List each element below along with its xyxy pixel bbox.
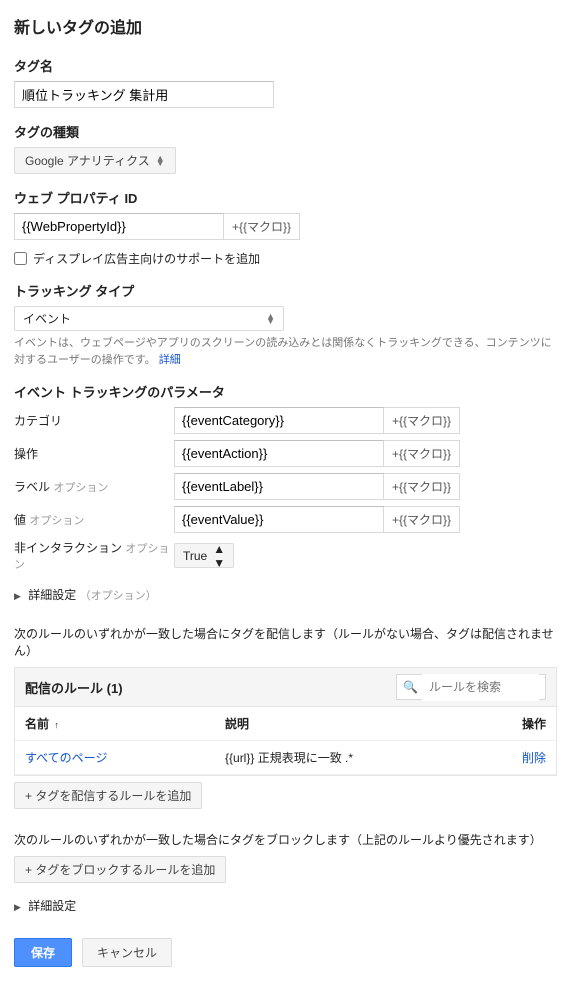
triangle-right-icon: ▶ [14, 902, 21, 913]
page-title: 新しいタグの追加 [14, 14, 557, 38]
tag-name-input[interactable] [14, 81, 274, 108]
add-block-rule-button[interactable]: + タグをブロックするルールを追加 [14, 856, 226, 883]
web-property-macro-button[interactable]: +{{マクロ}} [224, 213, 300, 240]
display-ads-label: ディスプレイ広告主向けのサポートを追加 [33, 250, 260, 267]
tracking-help-link[interactable]: 詳細 [159, 354, 181, 366]
param-action-input[interactable] [174, 440, 384, 467]
col-desc-header: 説明 [225, 715, 496, 732]
tracking-type-select[interactable]: イベント ▲▼ [14, 306, 284, 331]
param-label-opt: オプション [53, 482, 108, 494]
table-row: すべてのページ {{url}} 正規表現に一致 .* 削除 [15, 741, 556, 775]
param-category-macro-button[interactable]: +{{マクロ}} [384, 407, 460, 434]
param-action-label: 操作 [14, 447, 38, 461]
advanced-2-label: 詳細設定 [28, 899, 76, 913]
param-value-input[interactable] [174, 506, 384, 533]
deliver-intro: 次のルールのいずれかが一致した場合にタグを配信します（ルールがない場合、タグは配… [14, 625, 557, 659]
param-action-macro-button[interactable]: +{{マクロ}} [384, 440, 460, 467]
triangle-right-icon: ▶ [14, 591, 21, 602]
param-label-macro-button[interactable]: +{{マクロ}} [384, 473, 460, 500]
add-deliver-rule-button[interactable]: + タグを配信するルールを追加 [14, 782, 202, 809]
sort-arrow-icon: ↑ [54, 720, 59, 730]
cancel-button[interactable]: キャンセル [82, 938, 172, 967]
tracking-type-value: イベント [23, 310, 71, 327]
deliver-header-count: (1) [107, 681, 123, 696]
block-intro: 次のルールのいずれかが一致した場合にタグをブロックします（上記のルールより優先さ… [14, 831, 557, 848]
web-property-label: ウェブ プロパティ ID [14, 188, 557, 207]
non-interaction-label: 非インタラクション [14, 541, 122, 555]
deliver-header-title: 配信のルール [25, 681, 103, 696]
non-interaction-value: True [183, 549, 207, 563]
deliver-rules-table: 配信のルール (1) 🔍 名前 ↑ 説明 操作 すべてのページ {{url}} … [14, 667, 557, 776]
param-category-input[interactable] [174, 407, 384, 434]
caret-updown-icon: ▲▼ [156, 156, 165, 166]
rules-search-input[interactable] [422, 674, 539, 701]
save-button[interactable]: 保存 [14, 938, 72, 967]
advanced-1-label: 詳細設定 [28, 588, 76, 602]
caret-updown-icon: ▲▼ [266, 314, 275, 324]
tag-type-dropdown[interactable]: Google アナリティクス ▲▼ [14, 147, 176, 174]
tag-type-label: タグの種類 [14, 122, 557, 141]
col-op-header: 操作 [496, 715, 546, 732]
param-label-label: ラベル [14, 480, 50, 494]
tracking-type-help: イベントは、ウェブページやアプリのスクリーンの読み込みとは関係なくトラッキングで… [14, 335, 557, 368]
advanced-1-opt: （オプション） [80, 590, 157, 602]
rule-delete-link[interactable]: 削除 [496, 749, 546, 766]
rule-name-link[interactable]: すべてのページ [25, 749, 225, 766]
non-interaction-select[interactable]: True ▲▼ [174, 543, 234, 568]
caret-updown-icon: ▲▼ [213, 542, 225, 570]
tag-type-value: Google アナリティクス [25, 152, 150, 169]
rules-search-box[interactable]: 🔍 [396, 674, 546, 700]
col-name-header[interactable]: 名前 [25, 717, 49, 731]
tag-name-label: タグ名 [14, 56, 557, 75]
advanced-settings-1[interactable]: ▶ 詳細設定 （オプション） [14, 586, 557, 603]
search-icon: 🔍 [403, 680, 418, 694]
advanced-settings-2[interactable]: ▶ 詳細設定 [14, 897, 557, 914]
tracking-type-label: トラッキング タイプ [14, 281, 557, 300]
param-value-label: 値 [14, 513, 26, 527]
param-value-macro-button[interactable]: +{{マクロ}} [384, 506, 460, 533]
web-property-input[interactable] [14, 213, 224, 240]
tracking-help-text: イベントは、ウェブページやアプリのスクリーンの読み込みとは関係なくトラッキングで… [14, 337, 552, 366]
param-label-input[interactable] [174, 473, 384, 500]
rule-desc: {{url}} 正規表現に一致 .* [225, 749, 496, 766]
display-ads-checkbox[interactable] [14, 252, 27, 265]
param-category-label: カテゴリ [14, 414, 62, 428]
param-value-opt: オプション [29, 515, 84, 527]
event-params-header: イベント トラッキングのパラメータ [14, 382, 557, 401]
